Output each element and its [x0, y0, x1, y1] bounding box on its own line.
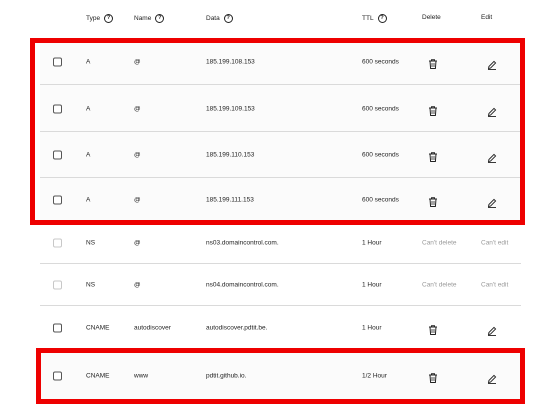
record-type: A: [86, 151, 91, 159]
record-ttl: 1 Hour: [362, 324, 382, 332]
trash-icon[interactable]: [428, 56, 438, 69]
trash-icon[interactable]: [428, 195, 438, 207]
record-data: 185.199.108.153: [206, 58, 255, 65]
column-header-type: Type ?: [86, 14, 114, 23]
pencil-icon[interactable]: [487, 57, 497, 70]
info-icon[interactable]: ?: [377, 14, 387, 23]
record-name: @: [134, 239, 141, 247]
record-type: A: [86, 105, 91, 112]
record-name: @: [134, 196, 141, 204]
table-row: CNAME www pdtit.github.io. 1/2 Hour: [40, 350, 521, 402]
pencil-icon[interactable]: [487, 195, 497, 208]
column-header-delete: Delete: [422, 14, 441, 21]
trash-icon[interactable]: [428, 103, 438, 116]
record-name: @: [134, 58, 141, 65]
column-header-data: Data ?: [206, 14, 233, 23]
record-name: @: [134, 151, 141, 159]
record-data: 185.199.109.153: [206, 105, 255, 112]
record-ttl: 1 Hour: [362, 239, 382, 247]
column-header-ttl: TTL ?: [362, 14, 387, 23]
record-type: NS: [86, 281, 96, 289]
record-name: @: [134, 281, 141, 289]
row-checkbox: [53, 238, 62, 248]
cant-edit-text: Can't edit: [481, 281, 509, 289]
record-data: autodiscover.pdtit.be.: [206, 324, 268, 332]
column-header-name: Name ?: [134, 14, 165, 23]
row-checkbox[interactable]: [53, 104, 62, 113]
row-checkbox[interactable]: [53, 150, 62, 160]
record-type: A: [86, 58, 91, 65]
row-checkbox: [53, 280, 62, 290]
record-name: autodiscover: [134, 324, 171, 332]
cant-edit-text: Can't edit: [481, 239, 509, 247]
info-icon[interactable]: ?: [155, 14, 165, 23]
table-header: Type ? Name ? Data ? TTL ? Delete Edit: [0, 0, 542, 40]
record-type: NS: [86, 239, 96, 247]
record-ttl: 600 seconds: [362, 58, 399, 65]
trash-icon[interactable]: [428, 150, 438, 162]
row-divider: [40, 401, 521, 402]
row-checkbox[interactable]: [53, 323, 62, 333]
record-name: www: [134, 372, 149, 380]
record-name: @: [134, 105, 141, 112]
record-ttl: 1/2 Hour: [362, 372, 387, 380]
cant-delete-text: Can't delete: [422, 239, 457, 247]
table-row: CNAME autodiscover autodiscover.pdtit.be. 1…: [40, 306, 521, 350]
record-data: ns03.domaincontrol.com.: [206, 239, 279, 247]
table-row: A @185.199.110.153 600 seconds: [40, 132, 521, 178]
pencil-icon[interactable]: [487, 323, 497, 336]
row-checkbox[interactable]: [53, 195, 62, 205]
record-type: A: [86, 196, 91, 204]
trash-icon[interactable]: [428, 371, 438, 383]
table-row: A @185.199.111.153 600 seconds: [40, 178, 521, 222]
record-ttl: 600 seconds: [362, 151, 399, 159]
pencil-icon[interactable]: [487, 104, 497, 117]
cant-delete-text: Can't delete: [422, 281, 457, 289]
record-data: 185.199.110.153: [206, 151, 255, 159]
record-ttl: 600 seconds: [362, 196, 399, 204]
pencil-icon[interactable]: [487, 371, 497, 384]
record-ttl: 1 Hour: [362, 281, 382, 289]
record-data: pdtit.github.io.: [206, 372, 247, 380]
table-row: A @185.199.108.153 600 seconds: [40, 38, 521, 85]
pencil-icon[interactable]: [487, 150, 497, 163]
table-row: NS @ ns03.domaincontrol.com. 1 Hour Can't de…: [40, 222, 521, 264]
record-data: 185.199.111.153: [206, 196, 254, 204]
table-row: A @185.199.109.153 600 seconds: [40, 85, 521, 132]
record-type: CNAME: [86, 324, 110, 332]
table-row: NS @ ns04.domaincontrol.com. 1 Hour Can't de…: [40, 264, 521, 306]
info-icon[interactable]: ?: [223, 14, 233, 23]
info-icon[interactable]: ?: [104, 14, 114, 23]
record-data: ns04.domaincontrol.com.: [206, 281, 279, 289]
row-checkbox[interactable]: [53, 57, 62, 66]
record-ttl: 600 seconds: [362, 105, 399, 112]
row-checkbox[interactable]: [53, 371, 62, 381]
column-header-edit: Edit: [481, 14, 493, 21]
record-type: CNAME: [86, 372, 110, 380]
trash-icon[interactable]: [428, 323, 438, 335]
